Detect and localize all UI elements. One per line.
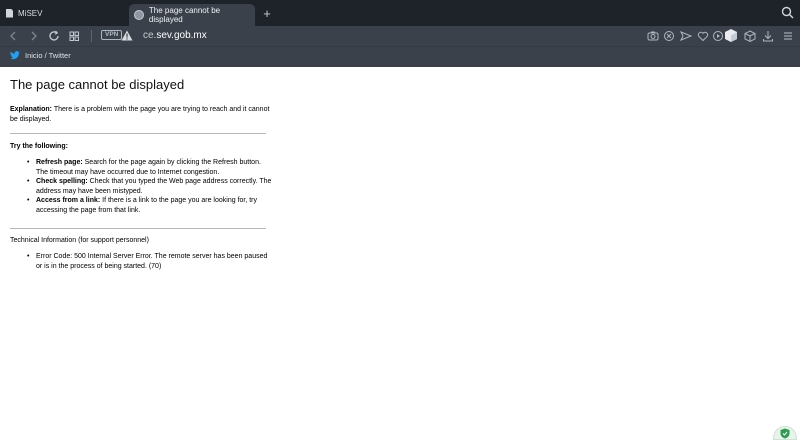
tab-bar: MiSEV The page cannot be displayed +: [0, 0, 800, 26]
search-icon[interactable]: [781, 6, 794, 19]
page-content: The page cannot be displayed Explanation…: [0, 67, 800, 438]
list-item: Access from a link: If there is a link t…: [27, 196, 272, 215]
list-item: Error Code: 500 Internal Server Error. T…: [27, 252, 272, 271]
explanation: Explanation: There is a problem with the…: [10, 105, 270, 125]
vpn-button[interactable]: VPN: [101, 30, 123, 40]
globe-icon: [134, 10, 144, 20]
box-icon[interactable]: [743, 29, 757, 43]
forward-icon[interactable]: [27, 29, 41, 43]
download-icon[interactable]: [761, 29, 775, 43]
explanation-label: Explanation:: [10, 106, 53, 113]
heart-icon[interactable]: [696, 29, 710, 43]
tab-title: MiSEV: [18, 8, 43, 18]
menu-icon[interactable]: [781, 29, 795, 43]
warning-icon[interactable]: [121, 30, 133, 41]
page-title: The page cannot be displayed: [10, 77, 185, 92]
tech-heading: Technical Information (for support perso…: [10, 237, 149, 244]
divider: [10, 133, 266, 134]
bookmarks-bar: Inicio / Twitter: [0, 46, 800, 67]
extension-cube-icon[interactable]: [724, 28, 738, 43]
adblock-icon[interactable]: [662, 29, 676, 43]
new-tab-button[interactable]: +: [260, 4, 274, 22]
error-list: Error Code: 500 Internal Server Error. T…: [27, 252, 272, 271]
suggestion-list: Refresh page: Search for the page again …: [27, 158, 272, 215]
list-item: Refresh page: Search for the page again …: [27, 158, 272, 177]
tab-misev[interactable]: MiSEV: [0, 0, 126, 26]
divider: [10, 228, 266, 229]
player-icon[interactable]: [711, 29, 725, 43]
tab-title: The page cannot be displayed: [148, 6, 221, 24]
suggestion-label: Refresh page:: [36, 159, 83, 166]
twitter-icon: [10, 51, 20, 60]
document-icon: [6, 8, 13, 18]
reload-icon[interactable]: [47, 29, 61, 43]
grid-icon[interactable]: [67, 29, 81, 43]
tab-current[interactable]: The page cannot be displayed: [129, 4, 255, 26]
camera-icon[interactable]: [646, 29, 660, 43]
suggestion-label: Check spelling:: [36, 178, 88, 185]
url-domain: sev.gob.mx: [156, 30, 207, 41]
suggestion-label: Access from a link:: [36, 197, 101, 204]
send-icon[interactable]: [679, 29, 693, 43]
try-heading: Try the following:: [10, 143, 68, 150]
url-prefix: ce.: [143, 30, 157, 41]
list-item: Check spelling: Check that you typed the…: [27, 177, 272, 196]
address-bar[interactable]: ce.sev.gob.mx: [143, 28, 207, 44]
error-text: Error Code: 500 Internal Server Error. T…: [36, 253, 268, 270]
bookmark-label: Inicio / Twitter: [25, 51, 71, 60]
toolbar-separator: [91, 30, 92, 42]
back-icon[interactable]: [6, 29, 20, 43]
shield-icon: [780, 428, 790, 438]
bookmark-twitter[interactable]: Inicio / Twitter: [10, 51, 71, 60]
